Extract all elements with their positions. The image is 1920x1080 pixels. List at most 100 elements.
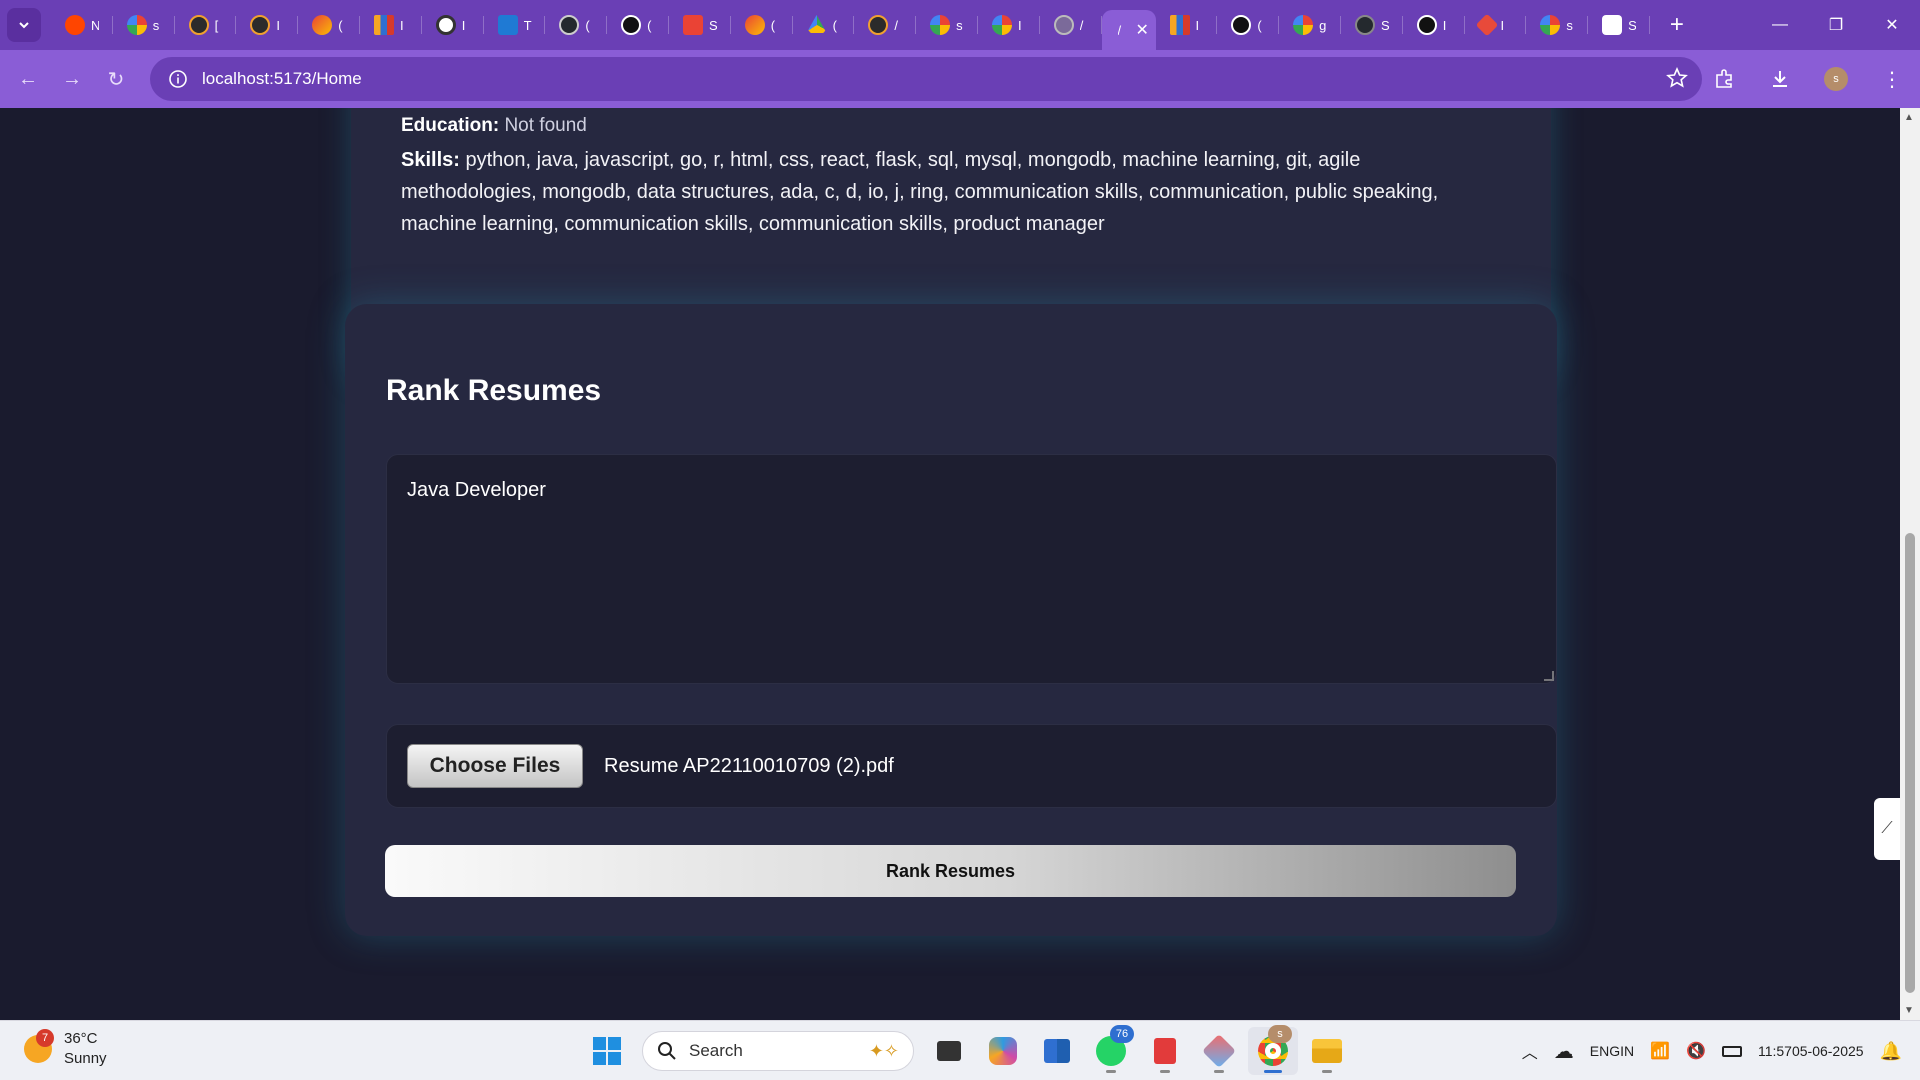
browser-tab[interactable]: I [360,0,422,50]
bell-icon: 🔔 [1879,1040,1902,1061]
side-panel-toggle[interactable]: ⟋ [1874,798,1900,860]
browser-tab[interactable]: s [916,0,978,50]
job-description-textarea[interactable]: Java Developer [386,454,1557,684]
reload-icon: ↻ [107,68,125,91]
new-tab-button[interactable]: + [1660,8,1694,42]
browser-tab[interactable]: T [484,0,546,50]
scroll-down-icon[interactable]: ▼ [1904,1005,1914,1016]
minimize-icon: — [1772,16,1788,33]
git-app-button[interactable] [1194,1027,1244,1075]
browser-tab[interactable]: I [422,0,484,50]
google-icon [1540,15,1561,35]
browser-tab[interactable]: ( [793,0,855,50]
restore-button[interactable]: ❐ [1808,0,1864,50]
browser-tab[interactable]: / [854,0,916,50]
browser-tab[interactable]: S [1588,0,1650,50]
browser-tab[interactable]: I [236,0,298,50]
browser-tab[interactable]: I [1156,0,1218,50]
page-content: Education: Not found Skills: python, jav… [0,108,1900,1020]
reddit-icon [65,15,85,35]
chart-line-icon: ⟋ [1881,820,1893,837]
wifi-button[interactable]: 📶 [1650,1041,1670,1061]
file-input[interactable]: Choose Files Resume AP22110010709 (2).pd… [386,724,1557,808]
browser-tab[interactable]: ( [607,0,669,50]
rank-resumes-button[interactable]: Rank Resumes [385,845,1516,897]
browser-menu-button[interactable]: ⋮ [1864,67,1920,92]
education-line: Education: Not found [401,114,1501,138]
skills-label: Skills: [401,149,460,171]
google-icon [930,15,951,35]
language-indicator[interactable]: ENG IN [1590,1042,1634,1060]
back-button[interactable]: ← [6,57,50,101]
weather-widget[interactable]: 7 36°C Sunny [24,1029,107,1069]
temperature: 36°C [64,1030,98,1047]
pdf-app-button[interactable] [1140,1027,1190,1075]
profile-button[interactable]: s [1808,67,1864,91]
task-view-icon [937,1041,961,1061]
browser-tab[interactable]: s [113,0,175,50]
close-icon[interactable]: ✕ [1136,20,1149,40]
browser-tab[interactable]: ( [1217,0,1279,50]
codeforces-icon [868,15,889,35]
browser-tab[interactable]: N [51,0,113,50]
vscode-icon [497,15,518,35]
bookmark-star-icon[interactable] [1666,66,1688,94]
browser-tab[interactable]: g [1279,0,1341,50]
address-bar[interactable]: localhost:5173/Home [150,57,1702,101]
system-tray: ︿ ☁ ENG IN 📶 🔇 11:57 05-06-2025 🔔 [1514,1027,1910,1075]
browser-tab[interactable]: ( [731,0,793,50]
github-icon [559,15,580,35]
downloads-button[interactable] [1752,68,1808,90]
time: 11:57 [1757,1043,1792,1059]
chrome-button[interactable]: s [1248,1025,1298,1075]
resize-handle-icon[interactable] [1544,671,1554,681]
whatsapp-button[interactable]: 76 [1086,1025,1136,1075]
browser-tab[interactable]: / [1040,0,1102,50]
browser-tab[interactable]: ( [545,0,607,50]
browser-tab[interactable]: [ [175,0,237,50]
onedrive-button[interactable]: ☁ [1554,1039,1574,1064]
volume-muted-icon: 🔇 [1686,1043,1706,1060]
sparkle-icon: ✦✧ [868,1040,899,1061]
reload-button[interactable]: ↻ [94,57,138,101]
browser-tab[interactable]: s [1526,0,1588,50]
store-button[interactable] [1032,1027,1082,1075]
choose-files-button[interactable]: Choose Files [407,744,583,788]
site-info-button[interactable] [156,69,200,89]
show-hidden-icons-button[interactable]: ︿ [1522,1039,1538,1063]
copilot-button[interactable] [978,1027,1028,1075]
browser-tab[interactable]: S [669,0,731,50]
education-label: Education: [401,115,500,136]
tab-search-button[interactable] [7,8,41,42]
browser-tab[interactable]: I [1465,0,1527,50]
search-placeholder: Search [689,1041,743,1060]
extensions-button[interactable] [1696,68,1752,90]
minimize-button[interactable]: — [1752,0,1808,50]
page-scrollbar[interactable]: ▲ ▼ [1900,108,1920,1020]
start-button[interactable] [582,1027,632,1075]
gmail-icon [744,15,765,35]
scrollbar-thumb[interactable] [1905,533,1915,993]
notification-badge: 76 [1110,1025,1134,1043]
notifications-button[interactable]: 🔔 [1880,1041,1902,1062]
url-text[interactable]: localhost:5173/Home [202,69,362,89]
tab-strip: N s [ I ( I I T ( ( S ( ( / s I / / ✕ I (… [51,0,1650,50]
close-window-button[interactable]: ✕ [1864,0,1920,50]
more-vertical-icon: ⋮ [1882,68,1902,91]
taskbar-search[interactable]: Search ✦✧ [642,1031,914,1071]
browser-tab-active[interactable]: / ✕ [1101,10,1156,50]
browser-tab[interactable]: ( [298,0,360,50]
browser-tab[interactable]: S [1341,0,1403,50]
info-icon [169,70,187,88]
arrow-left-icon: ← [18,67,38,90]
clock[interactable]: 11:57 05-06-2025 [1758,1042,1864,1060]
scroll-up-icon[interactable]: ▲ [1904,112,1914,123]
battery-button[interactable] [1721,1045,1742,1057]
browser-tab[interactable]: I [978,0,1040,50]
volume-button[interactable]: 🔇 [1686,1041,1706,1061]
file-explorer-button[interactable] [1302,1027,1352,1075]
section-title: Rank Resumes [386,374,602,407]
browser-tab[interactable]: I [1403,0,1465,50]
forward-button[interactable]: → [50,57,94,101]
task-view-button[interactable] [924,1027,974,1075]
